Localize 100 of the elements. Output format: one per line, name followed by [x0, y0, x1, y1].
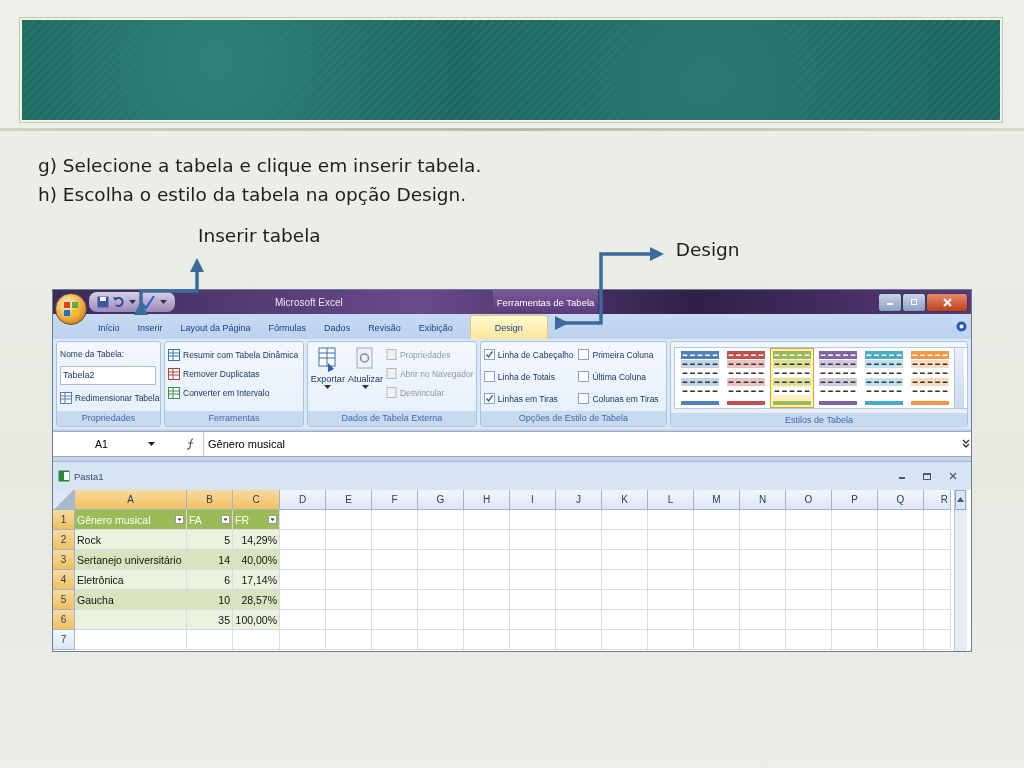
ribbon-tab[interactable]: Inserir [128, 315, 172, 339]
table-style-preview-icon [819, 351, 857, 395]
table-style-swatch[interactable] [770, 348, 814, 408]
table-cell: Eletrônica [75, 570, 187, 590]
group-label: Propriedades [57, 411, 160, 426]
formula-field[interactable]: Gênero musical [203, 432, 961, 456]
table-style-swatch[interactable] [908, 348, 952, 408]
table-name-field[interactable]: Tabela2 [60, 366, 156, 385]
arrow [134, 258, 204, 315]
ribbon-tab[interactable]: Dados [315, 315, 360, 339]
scroll-up-icon[interactable] [955, 490, 966, 510]
column-header[interactable]: E [326, 490, 372, 510]
column-header[interactable]: L [648, 490, 694, 510]
column-header[interactable]: D [280, 490, 326, 510]
restore-icon[interactable] [923, 472, 931, 480]
caret-icon [324, 385, 332, 390]
style-option-checkbox[interactable]: Linha de Cabeçalho [483, 345, 574, 364]
row-header[interactable]: 4 [53, 570, 75, 590]
column-header[interactable]: J [556, 490, 602, 510]
ribbon-tab[interactable]: Início [89, 315, 129, 339]
table-cell: 6 [187, 570, 233, 590]
resize-table-button[interactable]: Redimensionar Tabela [60, 388, 160, 407]
table-cell: Rock [75, 530, 187, 550]
column-header[interactable]: G [418, 490, 464, 510]
ribbon-tab[interactable]: Layout da Página [171, 315, 260, 339]
column-header[interactable]: C [233, 490, 280, 510]
tool-button[interactable]: Remover Duplicatas [168, 364, 299, 383]
row-header[interactable]: 7 [53, 630, 75, 650]
ribbon-tab[interactable]: Design [469, 315, 548, 339]
table-style-preview-icon [681, 351, 719, 395]
name-box[interactable]: A1 [53, 438, 148, 450]
dropdown-icon[interactable] [148, 441, 155, 447]
table-style-swatch[interactable] [816, 348, 860, 408]
row-header[interactable]: 5 [53, 590, 75, 610]
ribbon-tab[interactable]: Exibição [409, 315, 462, 339]
ribbon-tab[interactable]: Fórmulas [259, 315, 316, 339]
tool-button[interactable]: Converter em Intervalo [168, 383, 299, 402]
table-style-swatch[interactable] [678, 348, 722, 408]
group-label: Estilos de Tabela [671, 413, 967, 428]
undo-icon[interactable] [113, 296, 125, 308]
row-header[interactable]: 3 [53, 550, 75, 570]
context-title: Ferramentas de Tabela [492, 290, 599, 314]
table-style-preview-icon [727, 351, 765, 395]
column-header[interactable]: N [740, 490, 786, 510]
header-text: FR [235, 513, 249, 526]
column-header[interactable]: R [924, 490, 951, 510]
column-header[interactable]: Q [878, 490, 924, 510]
spellcheck-icon[interactable] [140, 295, 156, 309]
table-style-swatch[interactable] [862, 348, 906, 408]
save-icon[interactable] [97, 296, 109, 308]
minimize-button[interactable] [878, 292, 902, 312]
tool-button[interactable]: Resumir com Tabela Dinâmica [168, 345, 299, 364]
row-header[interactable]: 2 [53, 530, 75, 550]
caret-icon [361, 385, 369, 390]
close-icon[interactable] [949, 472, 957, 480]
ribbon-tab[interactable]: Revisão [359, 315, 410, 339]
row-header[interactable]: 6 [53, 610, 75, 630]
document-icon [385, 368, 397, 379]
table-style-swatch[interactable] [724, 348, 768, 408]
table-cell: Gaucha [75, 590, 187, 610]
export-button[interactable]: Exportar [310, 345, 345, 411]
restore-button[interactable] [902, 292, 926, 312]
style-option-checkbox[interactable]: Colunas em Tiras [578, 389, 659, 408]
column-header[interactable]: K [602, 490, 648, 510]
table-cell: 14,29% [233, 530, 280, 550]
callout-label: Design [675, 239, 740, 262]
style-option-checkbox[interactable]: Primeira Coluna [578, 345, 659, 364]
row-header[interactable]: 1 [53, 510, 75, 530]
column-header[interactable]: A [75, 490, 187, 510]
checkbox[interactable] [483, 349, 495, 360]
close-button[interactable] [926, 292, 968, 312]
table-icon [168, 348, 180, 361]
checkbox[interactable] [578, 393, 590, 404]
table-cell: 14 [187, 550, 233, 570]
column-header[interactable]: B [187, 490, 233, 510]
table-cell: 40,00% [233, 550, 280, 570]
gallery-scrollbar[interactable] [954, 348, 964, 408]
refresh-button[interactable]: Atualizar [347, 345, 383, 411]
table-cell: 35 [187, 610, 233, 630]
column-header[interactable]: M [694, 490, 740, 510]
column-header[interactable]: I [510, 490, 556, 510]
document-icon [385, 387, 397, 398]
checkbox[interactable] [483, 371, 495, 382]
style-option-checkbox[interactable]: Última Coluna [578, 367, 659, 386]
checkbox[interactable] [578, 371, 590, 382]
office-button[interactable] [55, 293, 87, 325]
checkbox[interactable] [483, 393, 495, 404]
style-option-checkbox[interactable]: Linha de Totais [483, 367, 574, 386]
column-header[interactable]: O [786, 490, 832, 510]
table-style-preview-icon [911, 351, 949, 395]
style-option-checkbox[interactable]: Linhas em Tiras [483, 389, 574, 408]
checkbox[interactable] [578, 349, 590, 360]
column-header[interactable]: H [464, 490, 510, 510]
help-icon[interactable] [956, 320, 967, 332]
column-header[interactable]: F [372, 490, 418, 510]
vertical-scrollbar[interactable] [954, 490, 967, 651]
column-header[interactable]: P [832, 490, 878, 510]
table-cell: 17,14% [233, 570, 280, 590]
table-cell: Sertanejo universitário [75, 550, 187, 570]
logo-icon [63, 301, 79, 317]
